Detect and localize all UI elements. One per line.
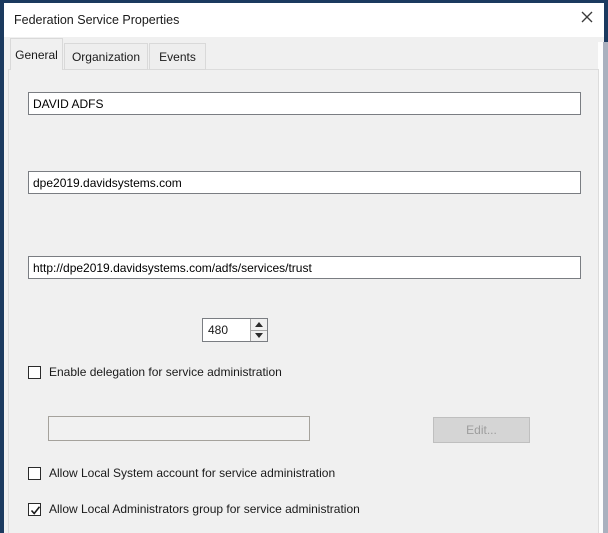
- tab-label: Events: [159, 50, 196, 64]
- local-admins-checkbox-row[interactable]: Allow Local Administrators group for ser…: [28, 502, 360, 516]
- local-admins-checkbox: [28, 503, 41, 516]
- close-icon: [580, 10, 594, 24]
- spinner-down-icon: [255, 333, 263, 338]
- delegate-name-input[interactable]: [48, 416, 310, 441]
- local-system-checkbox: [28, 467, 41, 480]
- spinner-down-button[interactable]: [251, 331, 267, 342]
- spinner-buttons: [250, 319, 267, 341]
- tab-events[interactable]: Events: [149, 43, 206, 70]
- window-border-right-top: [604, 0, 608, 42]
- edit-button[interactable]: Edit...: [433, 417, 530, 443]
- enable-delegation-label: Enable delegation for service administra…: [49, 365, 282, 379]
- general-tab-page: [8, 69, 599, 533]
- title-bar: Federation Service Properties: [4, 3, 604, 37]
- enable-delegation-checkbox: [28, 366, 41, 379]
- tab-general[interactable]: General: [10, 38, 63, 70]
- local-admins-label: Allow Local Administrators group for ser…: [49, 502, 360, 516]
- sso-lifetime-spinner[interactable]: 480: [202, 318, 268, 342]
- local-system-label: Allow Local System account for service a…: [49, 466, 335, 480]
- window-title: Federation Service Properties: [4, 13, 179, 27]
- spinner-up-icon: [255, 322, 263, 327]
- sso-lifetime-value: 480: [203, 319, 250, 341]
- spinner-up-button[interactable]: [251, 319, 267, 331]
- edit-button-label: Edit...: [466, 423, 497, 437]
- service-name-input[interactable]: [28, 171, 581, 194]
- close-button[interactable]: [574, 6, 600, 28]
- enable-delegation-checkbox-row[interactable]: Enable delegation for service administra…: [28, 365, 282, 379]
- identifier-input[interactable]: [28, 256, 581, 279]
- window-border-right: [603, 42, 608, 533]
- window-border-left: [0, 0, 4, 533]
- tab-label: General: [15, 48, 58, 62]
- display-name-input[interactable]: [28, 92, 581, 115]
- checkmark-icon: [29, 504, 42, 517]
- tab-organization[interactable]: Organization: [64, 43, 148, 70]
- tab-label: Organization: [72, 50, 140, 64]
- federation-service-properties-dialog: Federation Service Properties General Or…: [0, 0, 608, 533]
- local-system-checkbox-row[interactable]: Allow Local System account for service a…: [28, 466, 335, 480]
